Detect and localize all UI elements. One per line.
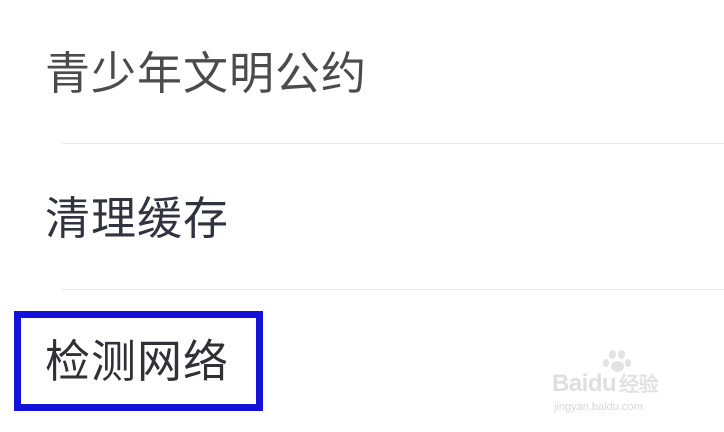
- baidu-jingyan-watermark: Baidu 经验 jingyan.baidu.com: [552, 350, 712, 420]
- watermark-brand-text: Baidu: [552, 370, 617, 397]
- settings-item-clear-cache[interactable]: 清理缓存: [0, 144, 724, 288]
- settings-item-label: 检测网络: [45, 335, 230, 388]
- settings-item-youth-convention[interactable]: 青少年文明公约: [0, 0, 724, 144]
- watermark-brand-suffix: 经验: [619, 372, 659, 396]
- watermark-brand: Baidu 经验: [552, 368, 659, 398]
- settings-item-label: 青少年文明公约: [45, 47, 368, 100]
- settings-item-label: 清理缓存: [45, 192, 230, 245]
- watermark-url: jingyan.baidu.com: [554, 401, 643, 413]
